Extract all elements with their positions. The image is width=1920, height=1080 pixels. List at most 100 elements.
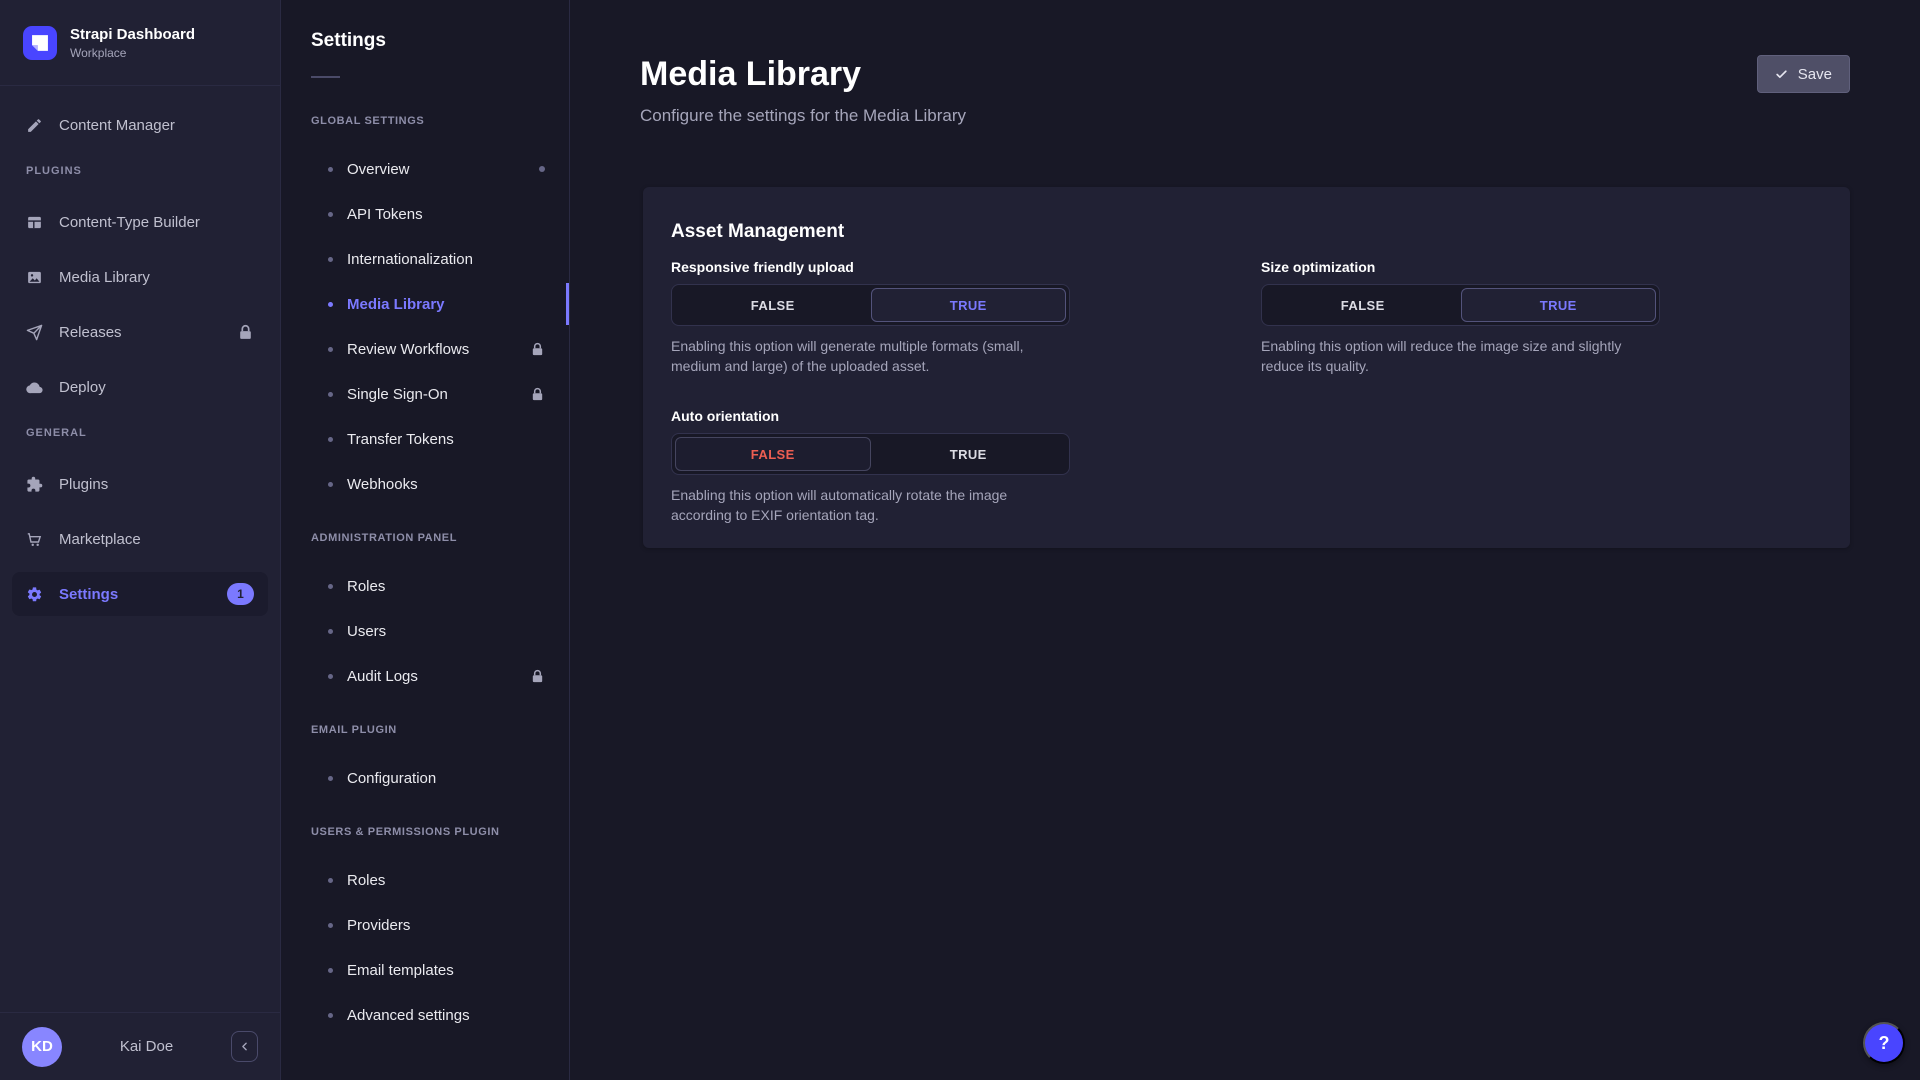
lock-icon [530, 387, 545, 402]
lock-icon [530, 669, 545, 684]
workspace-brand[interactable]: Strapi Dashboard Workplace [0, 0, 280, 86]
sidebar-item-settings[interactable]: Settings 1 [12, 572, 268, 616]
subnav-item-label: Advanced settings [347, 1007, 470, 1024]
bullet-icon [328, 392, 333, 397]
field-label: Responsive friendly upload [671, 259, 1070, 276]
subnav-item-label: Roles [347, 872, 385, 889]
sidebar-item-plugins[interactable]: Plugins [12, 462, 268, 506]
sidebar-item-label: Content Manager [59, 117, 175, 134]
toggle-option-true[interactable]: TRUE [871, 288, 1067, 322]
subnav-list: GLOBAL SETTINGS Overview API Tokens Inte… [281, 115, 569, 1033]
sidebar-section-general: GENERAL [26, 427, 254, 441]
layout-icon [26, 214, 43, 231]
chevron-left-icon [238, 1040, 251, 1053]
subnav-item-webhooks[interactable]: Webhooks [311, 466, 545, 502]
sidebar-item-label: Deploy [59, 379, 106, 396]
sidebar-item-label: Plugins [59, 476, 108, 493]
toggle-option-false[interactable]: FALSE [675, 437, 871, 471]
subnav-group-administration-panel: ADMINISTRATION PANEL [311, 532, 545, 546]
panel-title: Asset Management [671, 220, 1822, 243]
sidebar-item-deploy[interactable]: Deploy [12, 365, 268, 409]
subnav-item-email-configuration[interactable]: Configuration [311, 760, 545, 796]
field-responsive-friendly-upload: Responsive friendly upload FALSE TRUE En… [671, 259, 1070, 376]
subnav-item-email-templates[interactable]: Email templates [311, 952, 545, 988]
sidebar-item-releases[interactable]: Releases [12, 310, 268, 354]
save-button-label: Save [1798, 66, 1832, 83]
subnav-item-label: Single Sign-On [347, 386, 448, 403]
main-sidebar: Strapi Dashboard Workplace Content Manag… [0, 0, 281, 1080]
collapse-sidebar-button[interactable] [231, 1031, 258, 1062]
check-icon [1775, 68, 1788, 81]
sidebar-item-marketplace[interactable]: Marketplace [12, 517, 268, 561]
sidebar-item-content-type-builder[interactable]: Content-Type Builder [12, 200, 268, 244]
subnav-item-media-library[interactable]: Media Library [311, 286, 545, 322]
sidebar-item-label: Marketplace [59, 531, 141, 548]
help-button[interactable]: ? [1863, 1022, 1905, 1064]
toggle-option-false[interactable]: FALSE [675, 288, 871, 322]
auto-orientation-toggle: FALSE TRUE [671, 433, 1070, 475]
size-optimization-toggle: FALSE TRUE [1261, 284, 1660, 326]
notification-dot-icon [539, 166, 545, 172]
settings-subnav: Settings GLOBAL SETTINGS Overview API To… [281, 0, 570, 1080]
cart-icon [26, 531, 43, 548]
avatar[interactable]: KD [22, 1027, 62, 1067]
bullet-icon [328, 437, 333, 442]
field-label: Auto orientation [671, 408, 1070, 425]
sidebar-section-plugins: PLUGINS [26, 165, 254, 179]
responsive-friendly-upload-toggle: FALSE TRUE [671, 284, 1070, 326]
subnav-item-internationalization[interactable]: Internationalization [311, 241, 545, 277]
subnav-item-admin-roles[interactable]: Roles [311, 568, 545, 604]
subnav-item-api-tokens[interactable]: API Tokens [311, 196, 545, 232]
main-nav-list: Content Manager PLUGINS Content-Type Bui… [0, 86, 280, 1012]
save-button[interactable]: Save [1757, 55, 1850, 93]
subnav-item-up-roles[interactable]: Roles [311, 862, 545, 898]
brand-text: Strapi Dashboard Workplace [70, 26, 195, 60]
subnav-item-label: Email templates [347, 962, 454, 979]
bullet-icon [328, 776, 333, 781]
field-size-optimization: Size optimization FALSE TRUE Enabling th… [1261, 259, 1660, 376]
subnav-item-review-workflows[interactable]: Review Workflows [311, 331, 545, 367]
subnav-item-single-sign-on[interactable]: Single Sign-On [311, 376, 545, 412]
bullet-icon [328, 584, 333, 589]
subnav-group-users-permissions-plugin: USERS & PERMISSIONS PLUGIN [311, 826, 545, 840]
sidebar-item-media-library[interactable]: Media Library [12, 255, 268, 299]
puzzle-icon [26, 476, 43, 493]
subnav-item-transfer-tokens[interactable]: Transfer Tokens [311, 421, 545, 457]
user-name: Kai Doe [62, 1038, 231, 1055]
subnav-item-label: Configuration [347, 770, 436, 787]
field-description: Enabling this option will generate multi… [671, 336, 1070, 376]
field-description: Enabling this option will automatically … [671, 485, 1070, 525]
subnav-item-label: Transfer Tokens [347, 431, 454, 448]
panel-fields: Responsive friendly upload FALSE TRUE En… [671, 259, 1822, 525]
sidebar-item-content-manager[interactable]: Content Manager [12, 103, 268, 147]
subnav-item-providers[interactable]: Providers [311, 907, 545, 943]
user-section: KD Kai Doe [0, 1012, 280, 1080]
sidebar-item-label: Content-Type Builder [59, 214, 200, 231]
subnav-item-label: Providers [347, 917, 410, 934]
bullet-icon [328, 482, 333, 487]
app-window: Strapi Dashboard Workplace Content Manag… [0, 0, 1920, 1080]
sidebar-item-label: Media Library [59, 269, 150, 286]
subnav-item-label: Users [347, 623, 386, 640]
bullet-icon [328, 629, 333, 634]
toggle-option-true[interactable]: TRUE [871, 437, 1067, 471]
pen-icon [26, 117, 43, 134]
settings-notification-badge: 1 [227, 583, 254, 605]
subnav-item-admin-users[interactable]: Users [311, 613, 545, 649]
bullet-icon [328, 674, 333, 679]
toggle-option-true[interactable]: TRUE [1461, 288, 1657, 322]
strapi-logo-icon [23, 26, 57, 60]
sidebar-item-label: Releases [59, 324, 122, 341]
subnav-item-advanced-settings[interactable]: Advanced settings [311, 997, 545, 1033]
subnav-item-overview[interactable]: Overview [311, 151, 545, 187]
bullet-icon [328, 878, 333, 883]
subnav-item-label: Overview [347, 161, 410, 178]
brand-subtitle: Workplace [70, 46, 195, 60]
bullet-icon [328, 257, 333, 262]
bullet-icon [328, 1013, 333, 1018]
paper-plane-icon [26, 324, 43, 341]
subnav-item-label: Audit Logs [347, 668, 418, 685]
toggle-option-false[interactable]: FALSE [1265, 288, 1461, 322]
subnav-item-label: API Tokens [347, 206, 423, 223]
subnav-item-audit-logs[interactable]: Audit Logs [311, 658, 545, 694]
